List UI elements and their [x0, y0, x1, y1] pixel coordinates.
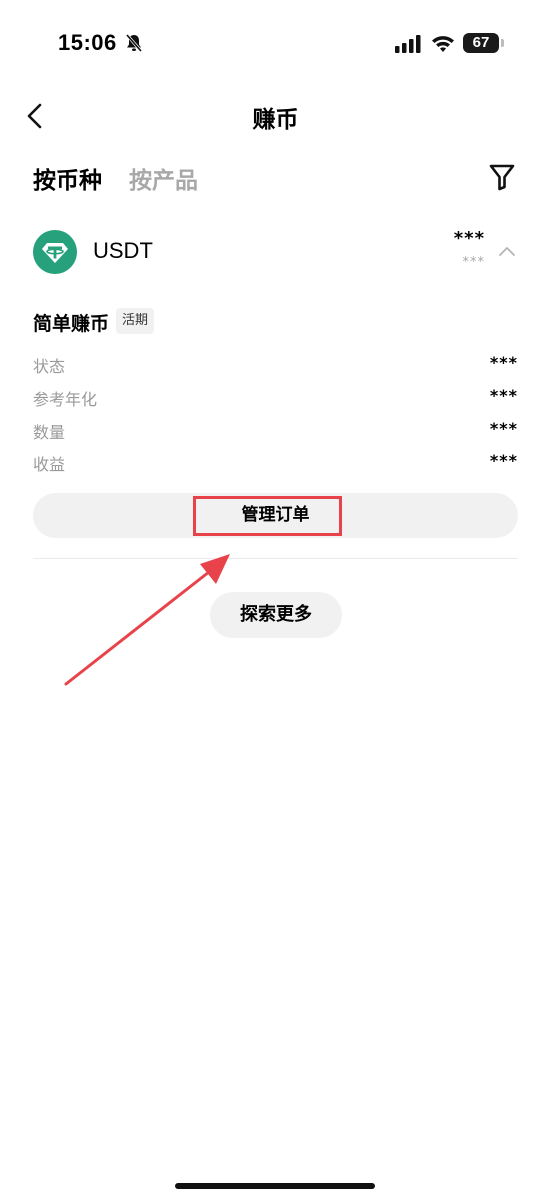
product-title: 简单赚币	[33, 313, 110, 335]
highlight-box	[193, 496, 342, 536]
cellular-signal-icon	[395, 35, 421, 53]
tab-by-product[interactable]: 按产品	[129, 161, 198, 195]
chevron-up-icon[interactable]	[498, 245, 516, 257]
flexible-badge: 活期	[116, 308, 155, 334]
row-value-status: ***	[489, 353, 518, 372]
explore-more-button[interactable]: 探索更多	[210, 592, 342, 638]
row-label-quantity: 数量	[33, 423, 66, 442]
battery-level: 67	[472, 34, 490, 51]
coin-amount-sub: ***	[462, 255, 485, 270]
usdt-logo-icon	[33, 230, 77, 274]
row-label-status: 状态	[33, 357, 66, 376]
wifi-icon	[432, 36, 454, 52]
battery-indicator: 67	[463, 33, 505, 55]
home-indicator[interactable]	[175, 1183, 375, 1189]
filter-icon[interactable]	[488, 163, 516, 191]
row-value-quantity: ***	[489, 419, 518, 438]
row-label-apr: 参考年化	[33, 390, 98, 409]
tab-by-coin[interactable]: 按币种	[33, 161, 102, 195]
coin-amount: ***	[453, 228, 485, 249]
row-label-earnings: 收益	[33, 455, 66, 474]
row-value-apr: ***	[489, 386, 518, 405]
status-time: 15:06	[58, 30, 117, 55]
bell-muted-icon	[125, 34, 143, 52]
row-value-earnings: ***	[489, 451, 518, 470]
coin-name[interactable]: USDT	[93, 238, 153, 264]
page-title: 赚币	[252, 107, 299, 133]
